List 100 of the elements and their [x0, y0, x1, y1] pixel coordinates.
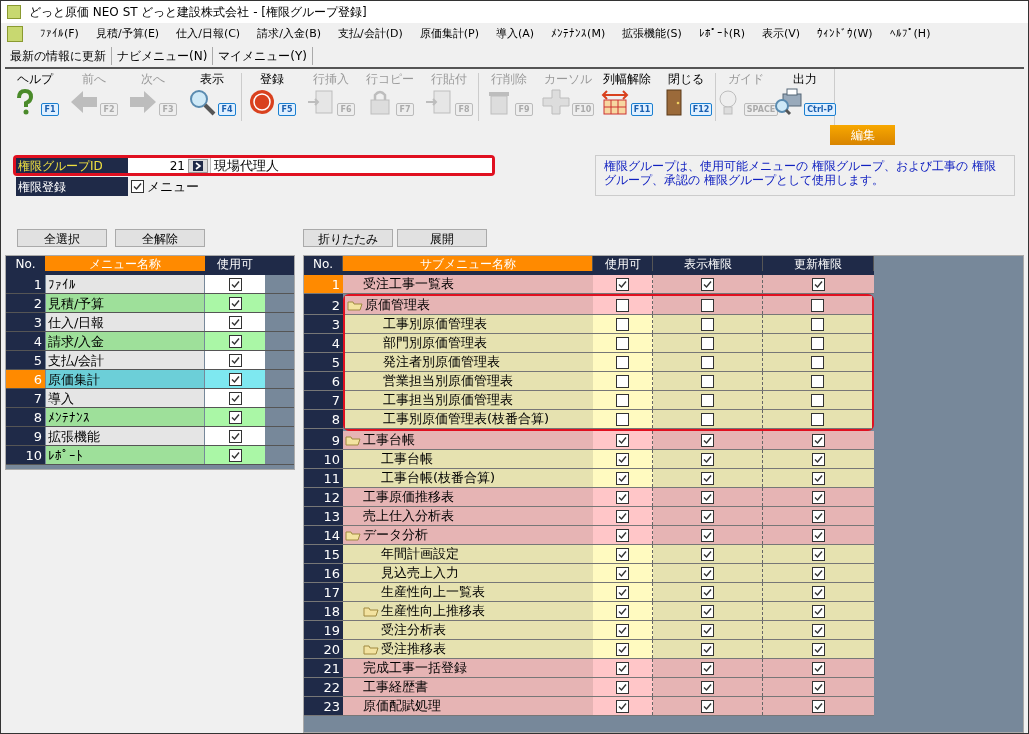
checkbox[interactable]	[812, 642, 825, 656]
menu-name-cell[interactable]: ﾒﾝﾃﾅﾝｽ	[46, 408, 204, 426]
checkbox[interactable]	[812, 528, 825, 542]
menu-item[interactable]: 原価集計(P)	[419, 25, 479, 43]
lookup-button[interactable]	[188, 158, 208, 173]
checkbox[interactable]	[811, 374, 824, 388]
checkbox[interactable]	[701, 317, 714, 331]
toolbar-button[interactable]: 閉じる F12	[656, 69, 715, 125]
select-button[interactable]: 全選択	[17, 229, 107, 247]
menu-item[interactable]: ﾒﾝﾃﾅﾝｽ(M)	[551, 25, 606, 43]
checkbox[interactable]	[616, 433, 629, 447]
menu-item[interactable]: 見積/予算(E)	[95, 25, 160, 43]
menu-name-cell[interactable]: 請求/入金	[46, 332, 204, 350]
checkbox[interactable]	[701, 490, 714, 504]
menu-name-cell[interactable]: 支払/会計	[46, 351, 204, 369]
menu-item[interactable]: 表示(V)	[762, 25, 801, 43]
toolbar-button[interactable]: ヘルプ F1	[5, 69, 64, 125]
checkbox[interactable]	[228, 334, 242, 348]
checkbox[interactable]	[131, 180, 144, 193]
checkbox[interactable]	[616, 277, 629, 291]
checkbox[interactable]	[812, 277, 825, 291]
checkbox[interactable]	[812, 623, 825, 637]
checkbox[interactable]	[616, 393, 629, 407]
checkbox[interactable]	[616, 298, 629, 312]
checkbox[interactable]	[616, 547, 629, 561]
quick-link[interactable]: ナビメニュー(N)	[112, 47, 214, 65]
group-name-field[interactable]: 現場代理人	[210, 158, 492, 173]
checkbox[interactable]	[701, 355, 714, 369]
menu-name-cell[interactable]: 仕入/日報	[46, 313, 204, 331]
checkbox[interactable]	[616, 604, 629, 618]
group-id-field[interactable]: 21	[128, 158, 188, 173]
menu-item[interactable]: 支払/会計(D)	[338, 25, 403, 43]
checkbox[interactable]	[616, 490, 629, 504]
menu-item[interactable]: ﾌｧｲﾙ(F)	[40, 25, 79, 43]
checkbox[interactable]	[812, 471, 825, 485]
menu-item[interactable]: ﾚﾎﾟｰﾄ(R)	[698, 25, 745, 43]
tree-button[interactable]: 折りたたみ	[303, 229, 393, 247]
checkbox[interactable]	[228, 391, 242, 405]
toolbar-button[interactable]: 列幅解除 F11	[597, 69, 656, 125]
checkbox[interactable]	[811, 412, 824, 426]
checkbox[interactable]	[701, 585, 714, 599]
checkbox[interactable]	[616, 374, 629, 388]
checkbox[interactable]	[812, 490, 825, 504]
checkbox[interactable]	[616, 509, 629, 523]
checkbox[interactable]	[811, 336, 824, 350]
quick-link[interactable]: マイメニュー(Y)	[213, 47, 314, 65]
checkbox[interactable]	[616, 680, 629, 694]
checkbox[interactable]	[812, 680, 825, 694]
menu-name-cell[interactable]: 拡張機能	[46, 427, 204, 445]
select-button[interactable]: 全解除	[115, 229, 205, 247]
menu-item[interactable]: 導入(A)	[496, 25, 535, 43]
checkbox[interactable]	[811, 355, 824, 369]
checkbox[interactable]	[811, 298, 824, 312]
checkbox[interactable]	[811, 393, 824, 407]
checkbox[interactable]	[701, 452, 714, 466]
checkbox[interactable]	[616, 355, 629, 369]
menu-name-cell[interactable]: ﾌｧｲﾙ	[46, 275, 204, 293]
menu-item[interactable]: 請求/入金(B)	[257, 25, 321, 43]
checkbox[interactable]	[701, 277, 714, 291]
checkbox[interactable]	[812, 585, 825, 599]
menu-item[interactable]: 拡張機能(S)	[622, 25, 682, 43]
checkbox[interactable]	[616, 471, 629, 485]
checkbox[interactable]	[701, 528, 714, 542]
checkbox[interactable]	[616, 642, 629, 656]
checkbox[interactable]	[812, 661, 825, 675]
checkbox[interactable]	[616, 661, 629, 675]
checkbox[interactable]	[701, 336, 714, 350]
checkbox[interactable]	[616, 623, 629, 637]
checkbox[interactable]	[616, 585, 629, 599]
menu-name-cell[interactable]: 導入	[46, 389, 204, 407]
checkbox[interactable]	[812, 433, 825, 447]
checkbox[interactable]	[228, 429, 242, 443]
checkbox[interactable]	[812, 547, 825, 561]
menu-item[interactable]: ﾍﾙﾌﾟ(H)	[889, 25, 931, 43]
checkbox[interactable]	[812, 566, 825, 580]
checkbox[interactable]	[701, 393, 714, 407]
checkbox[interactable]	[616, 699, 629, 713]
checkbox[interactable]	[701, 433, 714, 447]
checkbox[interactable]	[616, 412, 629, 426]
checkbox[interactable]	[228, 353, 242, 367]
checkbox[interactable]	[228, 410, 242, 424]
checkbox[interactable]	[616, 528, 629, 542]
checkbox[interactable]	[616, 336, 629, 350]
checkbox[interactable]	[812, 604, 825, 618]
tree-button[interactable]: 展開	[397, 229, 487, 247]
checkbox[interactable]	[812, 509, 825, 523]
checkbox[interactable]	[701, 412, 714, 426]
checkbox[interactable]	[701, 298, 714, 312]
checkbox[interactable]	[812, 452, 825, 466]
menu-item[interactable]: 仕入/日報(C)	[176, 25, 241, 43]
checkbox[interactable]	[701, 566, 714, 580]
toolbar-button[interactable]: 登録 F5	[242, 69, 301, 125]
menu-name-cell[interactable]: 原価集計	[46, 370, 204, 388]
checkbox[interactable]	[701, 604, 714, 618]
checkbox[interactable]	[228, 277, 242, 291]
checkbox[interactable]	[811, 317, 824, 331]
checkbox[interactable]	[701, 547, 714, 561]
checkbox[interactable]	[616, 452, 629, 466]
toolbar-button[interactable]: 表示 F4	[182, 69, 241, 125]
checkbox[interactable]	[701, 699, 714, 713]
